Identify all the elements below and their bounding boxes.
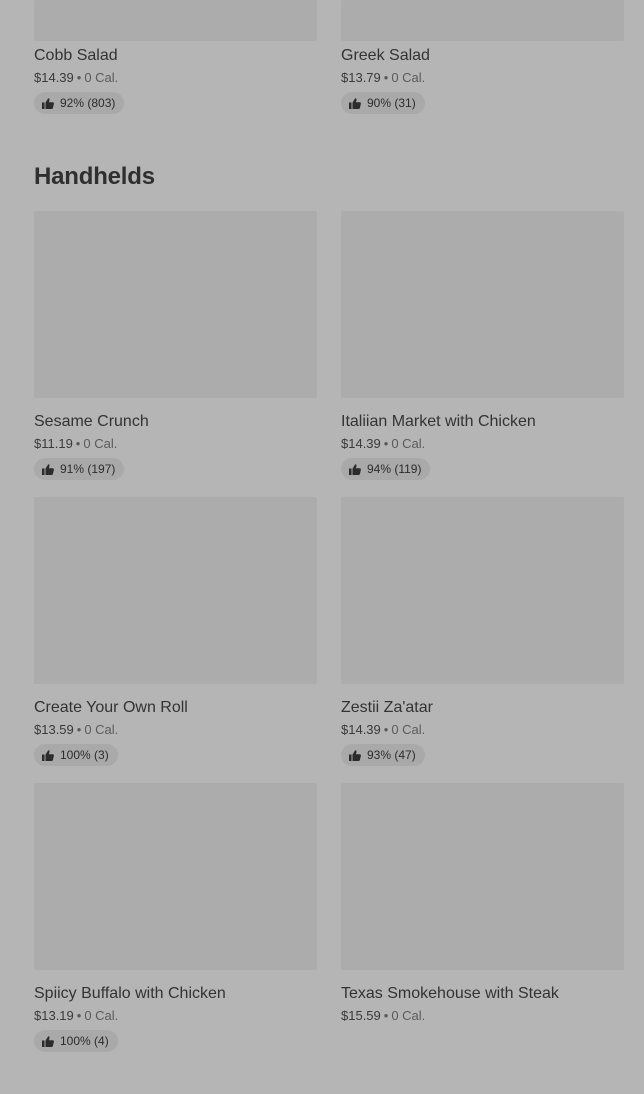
menu-item-name: Sesame Crunch [34,413,149,430]
menu-item-name: Greek Salad [341,47,430,64]
rating-text: 100% (3) [60,748,109,762]
thumbs-up-icon [349,749,361,761]
menu-item-calories: 0 Cal. [84,70,119,85]
rating-badge: 90% (31) [341,92,425,114]
menu-item-price: $15.59 [341,1008,381,1023]
menu-item-meta: $13.19 • 0 Cal. [34,1006,317,1025]
menu-item-meta: $14.39 • 0 Cal. [34,68,317,87]
meta-separator: • [383,436,389,451]
rating-text: 91% (197) [60,462,116,476]
menu-item-name: Zestii Za'atar [341,699,433,716]
menu-item-name: Texas Smokehouse with Steak [341,985,559,1002]
thumbs-up-icon [42,463,54,475]
handhelds-grid: Sesame Crunch $11.19 • 0 Cal. 91% (197) It… [34,211,624,1069]
meta-separator: • [383,1008,389,1023]
menu-item-price: $13.79 [341,70,381,85]
menu-item-card[interactable]: Sesame Crunch $11.19 • 0 Cal. 91% (197) [34,211,317,497]
menu-item-price: $11.19 [34,436,73,451]
meta-separator: • [76,70,82,85]
thumbs-up-icon [42,97,54,109]
menu-item-card[interactable]: Cobb Salad $14.39 • 0 Cal. 92% (803) [34,0,317,130]
menu-item-calories: 0 Cal. [391,70,426,85]
rating-badge: 100% (3) [34,744,118,766]
meta-separator: • [383,722,389,737]
thumbs-up-icon [42,749,54,761]
menu-item-price: $14.39 [341,722,381,737]
thumbs-up-icon [349,97,361,109]
menu-item-name: Italiian Market with Chicken [341,413,536,430]
menu-item-calories: 0 Cal. [391,436,426,451]
menu-item-card[interactable]: Spiicy Buffalo with Chicken $13.19 • 0 Cal… [34,783,317,1069]
menu-item-card[interactable]: Create Your Own Roll $13.59 • 0 Cal. 100% … [34,497,317,783]
menu-item-price: $13.59 [34,722,74,737]
thumbs-up-icon [42,1035,54,1047]
menu-item-calories: 0 Cal. [84,722,119,737]
thumbs-up-icon [349,463,361,475]
menu-item-price: $13.19 [34,1008,74,1023]
rating-text: 100% (4) [60,1034,109,1048]
menu-item-image [341,0,624,41]
meta-separator: • [383,70,389,85]
menu-item-image [341,783,624,970]
menu-item-card[interactable]: Zestii Za'atar $14.39 • 0 Cal. 93% (47) [341,497,624,783]
menu-item-price: $14.39 [34,70,74,85]
menu-item-image [341,497,624,684]
menu-item-card[interactable]: Texas Smokehouse with Steak $15.59 • 0 Cal… [341,783,624,1069]
rating-badge: 100% (4) [34,1030,118,1052]
menu-page: Cobb Salad $14.39 • 0 Cal. 92% (803) Greek… [0,0,644,1094]
menu-item-name: Create Your Own Roll [34,699,188,716]
menu-item-card[interactable]: Italiian Market with Chicken $14.39 • 0 Ca… [341,211,624,497]
menu-item-calories: 0 Cal. [84,1008,119,1023]
rating-badge: 91% (197) [34,458,125,480]
menu-item-image [34,0,317,41]
menu-item-calories: 0 Cal. [391,1008,426,1023]
rating-badge: 93% (47) [341,744,425,766]
rating-text: 90% (31) [367,96,416,110]
rating-badge: 94% (119) [341,458,431,480]
menu-item-name: Spiicy Buffalo with Chicken [34,985,226,1002]
menu-item-image [34,211,317,398]
rating-text: 93% (47) [367,748,416,762]
menu-item-price: $14.39 [341,436,381,451]
meta-separator: • [76,722,82,737]
menu-item-image [34,497,317,684]
menu-item-card[interactable]: Greek Salad $13.79 • 0 Cal. 90% (31) [341,0,624,130]
menu-item-image [34,783,317,970]
rating-text: 92% (803) [60,96,116,110]
menu-item-name: Cobb Salad [34,47,118,64]
meta-separator: • [75,436,81,451]
menu-item-meta: $14.39 • 0 Cal. [341,720,624,739]
section-title: Handhelds [34,163,155,190]
menu-item-meta: $13.79 • 0 Cal. [341,68,624,87]
menu-item-meta: $15.59 • 0 Cal. [341,1006,624,1025]
menu-item-meta: $13.59 • 0 Cal. [34,720,317,739]
menu-item-image [341,211,624,398]
menu-item-calories: 0 Cal. [83,436,118,451]
menu-item-meta: $11.19 • 0 Cal. [34,434,317,453]
rating-text: 94% (119) [367,462,422,476]
menu-item-meta: $14.39 • 0 Cal. [341,434,624,453]
menu-item-calories: 0 Cal. [391,722,426,737]
meta-separator: • [76,1008,82,1023]
rating-badge: 92% (803) [34,92,125,114]
salads-grid: Cobb Salad $14.39 • 0 Cal. 92% (803) Greek… [34,0,624,130]
